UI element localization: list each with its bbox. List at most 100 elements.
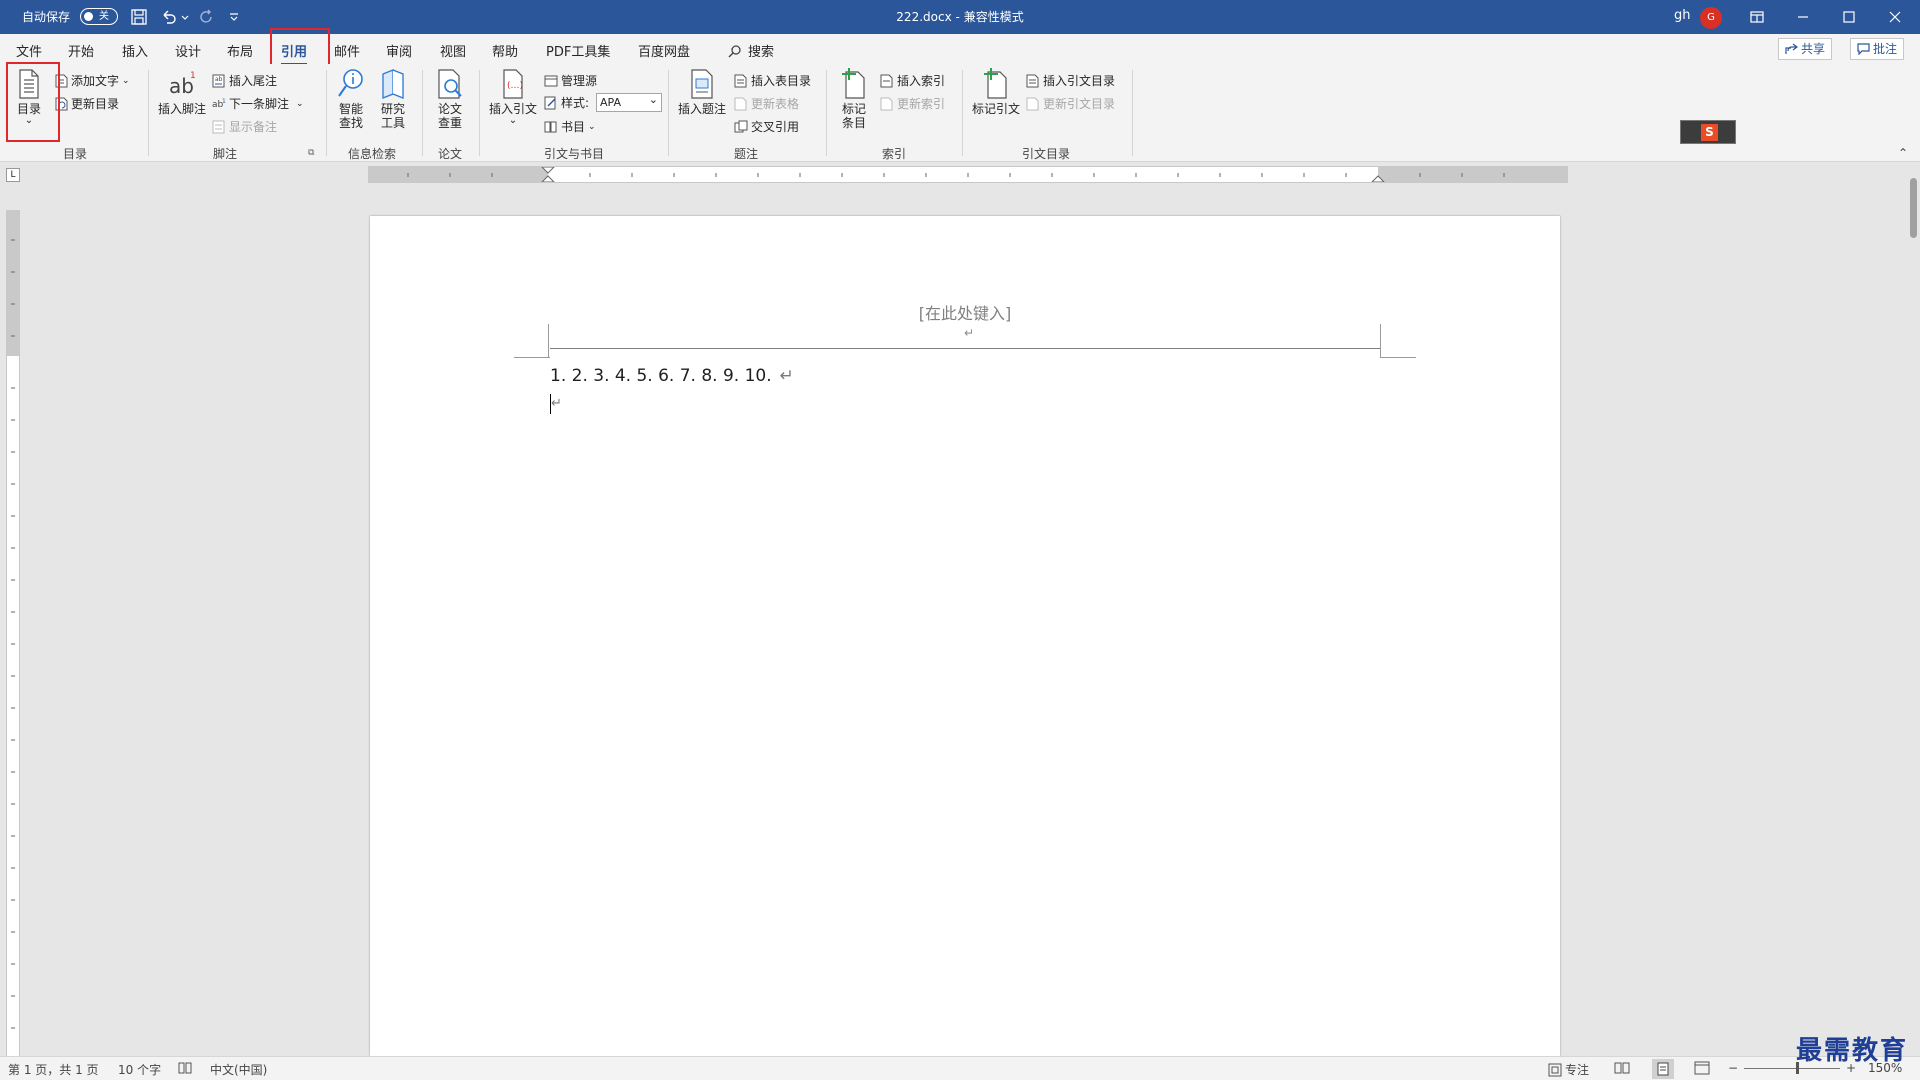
add-text-button[interactable]: 添加文字 ⌄ [55,72,130,89]
research-tools-label-2: 工具 [380,116,405,130]
update-index-button[interactable]: 更新索引 [880,95,945,112]
undo-dropdown-icon[interactable] [180,8,190,26]
tab-baidu-netdisk[interactable]: 百度网盘 [638,41,690,60]
cross-reference-button[interactable]: 交叉引用 [734,118,799,135]
bibliography-button[interactable]: 书目 ⌄ [544,118,596,135]
zoom-slider[interactable] [1744,1068,1840,1069]
scrollbar-thumb[interactable] [1910,178,1917,238]
insert-endnote-button[interactable]: ab 插入尾注 [212,72,277,89]
tab-review[interactable]: 审阅 [386,41,412,60]
maximize-button[interactable] [1826,0,1872,34]
title-separator: - [955,10,960,24]
paper-check-label-1: 论文 [437,102,462,116]
chevron-down-icon: ⌄ [508,115,518,126]
autosave-label: 自动保存 [22,10,71,24]
web-layout-icon[interactable] [1694,1061,1710,1075]
mark-citation-button[interactable]: 标记引文 [970,68,1022,116]
add-text-label: 添加文字 [71,74,120,88]
tab-pdf-tools[interactable]: PDF工具集 [546,41,610,60]
autosave-toggle[interactable]: 关 [80,8,118,25]
group-divider [148,70,149,156]
paragraph-mark: ↵ [779,366,794,386]
close-button[interactable] [1872,0,1918,34]
collapse-ribbon-icon[interactable]: ⌃ [1898,146,1908,160]
citation-style-select[interactable]: APA [596,91,662,112]
tab-layout[interactable]: 布局 [227,41,253,60]
vertical-ruler[interactable] [6,210,20,1056]
insert-table-of-figures-button[interactable]: 插入表目录 [734,72,811,89]
customize-qat-icon[interactable] [228,8,240,26]
minimize-button[interactable] [1780,0,1826,34]
update-table-of-authorities-button[interactable]: 更新引文目录 [1026,95,1115,112]
update-authorities-icon [1026,97,1039,110]
horizontal-ruler[interactable] [368,166,1568,183]
comments-button[interactable]: 批注 [1850,38,1905,60]
insert-footnote-button[interactable]: ab 1 插入脚注 [156,68,208,116]
save-icon[interactable] [130,8,148,26]
tab-selector[interactable]: L [6,168,20,182]
insert-caption-button[interactable]: 插入题注 [676,68,728,116]
mark-citation-label: 标记引文 [971,102,1020,116]
paper-check-button[interactable]: 论文 查重 [432,68,468,130]
redo-icon[interactable] [198,8,216,26]
proofing-icon[interactable] [178,1061,192,1075]
insert-table-of-authorities-button[interactable]: 插入引文目录 [1026,72,1115,89]
focus-button[interactable]: 专注 [1548,1061,1589,1078]
smart-lookup-label-1: 智能 [338,102,363,116]
share-icon [1785,43,1798,54]
body-text: 1. 2. 3. 4. 5. 6. 7. 8. 9. 10. [550,366,772,386]
mark-entry-label-1: 标记 [841,102,866,116]
undo-icon[interactable] [160,8,178,26]
smart-lookup-button[interactable]: 智能 查找 [334,68,368,130]
print-layout-icon[interactable] [1652,1059,1674,1079]
style-icon [544,96,556,109]
tab-insert[interactable]: 插入 [122,41,148,60]
research-tools-label-1: 研究 [380,102,405,116]
paper-check-label-2: 查重 [437,116,462,130]
tab-help[interactable]: 帮助 [492,41,518,60]
show-notes-button[interactable]: 显示备注 [212,118,277,135]
tab-design[interactable]: 设计 [175,41,201,60]
update-index-icon [880,97,893,110]
next-footnote-button[interactable]: ab 1 下一条脚注 ⌄ [212,95,304,112]
language[interactable]: 中文(中国) [210,1061,267,1078]
tab-file[interactable]: 文件 [16,41,42,60]
body-paragraph[interactable]: 1. 2. 3. 4. 5. 6. 7. 8. 9. 10. ↵ [550,366,794,386]
watermark-logo: 最需教育 [1796,1036,1909,1066]
update-table-button[interactable]: 更新表格 [734,95,799,112]
share-button[interactable]: 共享 [1778,38,1833,60]
svg-text:1: 1 [222,98,226,105]
avatar[interactable]: G [1700,7,1722,29]
read-mode-icon[interactable] [1614,1061,1630,1075]
tab-home[interactable]: 开始 [68,41,94,60]
update-table-icon [734,97,747,110]
group-label-paper: 论文 [437,147,462,161]
header-paragraph-mark: ↵ [964,326,975,340]
insert-citation-button[interactable]: (…) 插入引文 ⌄ [488,68,538,126]
dialog-launcher-icon[interactable]: ⧉ [308,148,314,158]
chevron-down-icon: ⌄ [296,98,304,109]
mark-entry-button[interactable]: 标记 条目 [834,68,874,130]
manage-sources-button[interactable]: 管理源 [544,72,597,89]
insert-index-button[interactable]: 插入索引 [880,72,945,89]
cross-reference-icon [734,120,748,132]
tab-view[interactable]: 视图 [440,41,466,60]
ribbon: 目录 ⌄ 添加文字 ⌄ 更新目录 目录 ab 1 插入脚注 ab 插入尾注 ab 1… [0,64,1920,162]
document-page[interactable]: [在此处键入] ↵ 1. 2. 3. 4. 5. 6. 7. 8. 9. 10.… [370,216,1560,1056]
page-count[interactable]: 第 1 页，共 1 页 [8,1061,99,1078]
header-placeholder[interactable]: [在此处键入] [370,300,1560,324]
research-tools-button[interactable]: 研究 工具 [376,68,410,130]
empty-paragraph-mark: ↵ [551,396,562,411]
tab-mailings[interactable]: 邮件 [334,41,360,60]
ribbon-display-options-icon[interactable] [1734,0,1780,34]
zoom-out-button[interactable]: − [1728,1061,1738,1075]
group-label-toc: 目录 [62,147,87,161]
update-index-label: 更新索引 [897,97,946,111]
endnote-icon: ab [212,74,225,87]
update-toc-button[interactable]: 更新目录 [55,95,119,112]
search-box[interactable]: 搜索 [728,41,774,60]
word-count[interactable]: 10 个字 [118,1061,161,1078]
vertical-scrollbar[interactable] [1906,166,1920,1056]
user-name[interactable]: gh [1674,8,1691,23]
wps-floating-toolbar[interactable]: S [1680,120,1736,144]
